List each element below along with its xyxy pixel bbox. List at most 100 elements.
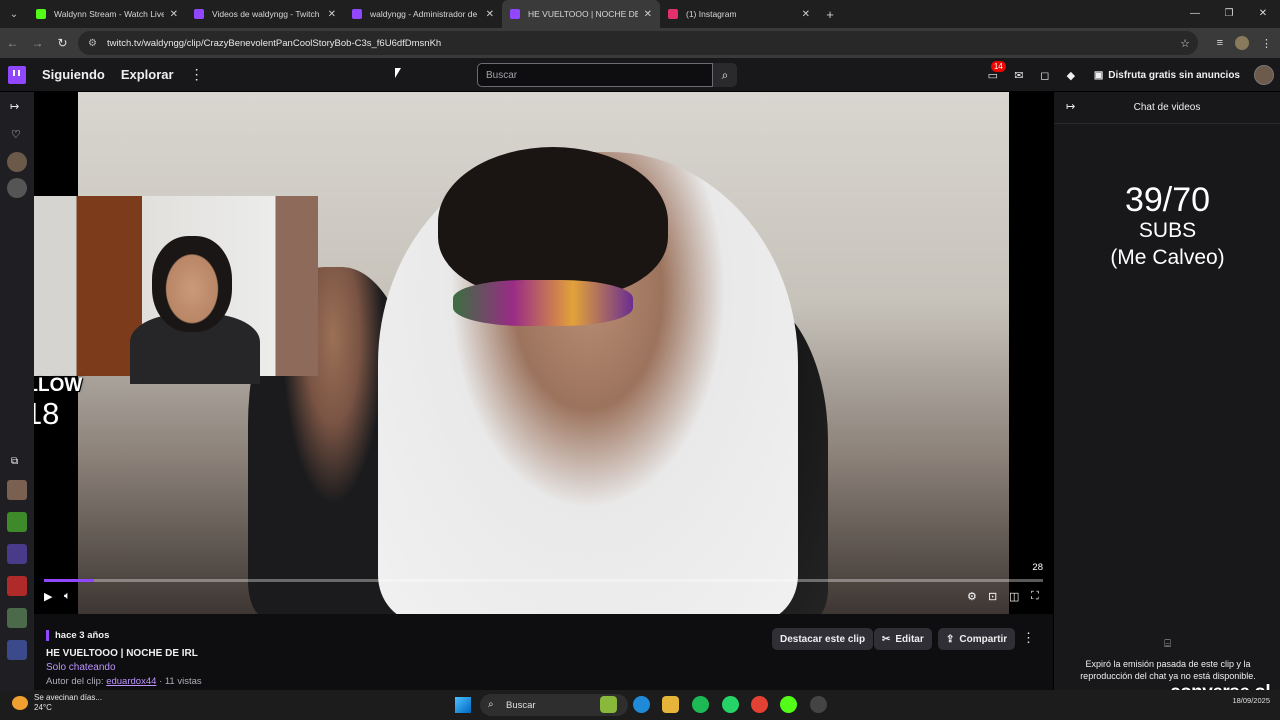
whispers-icon[interactable]: ◻: [1032, 69, 1058, 82]
clip-category[interactable]: Solo chateando: [46, 662, 116, 673]
close-tab-icon[interactable]: ✕: [486, 9, 494, 20]
bookmark-star-icon[interactable]: ☆: [1180, 37, 1190, 50]
browser-tab[interactable]: Videos de waldyngg - Twitch ✕: [186, 0, 344, 28]
browser-tab[interactable]: Waldynn Stream - Watch Live o ✕: [28, 0, 186, 28]
tray-date: 18/09/2025: [1232, 696, 1270, 705]
twitch-favicon-icon: [510, 9, 520, 19]
video-player[interactable]: FOLLOW 118 28 ▶ 🔈︎ ⚙ ⊡ ◫ ⛶: [34, 92, 1053, 614]
minimize-icon[interactable]: —: [1178, 0, 1212, 28]
chrome-icon[interactable]: [751, 696, 768, 713]
share-icon: ⇪: [946, 633, 955, 645]
url-text: twitch.tv/waldyngg/clip/CrazyBenevolentP…: [106, 37, 442, 49]
address-toolbar: ← → ↻ ⚙ twitch.tv/waldyngg/clip/CrazyBen…: [0, 28, 1280, 58]
webcam-head: [152, 236, 232, 332]
forward-icon[interactable]: →: [25, 36, 50, 50]
weather-widget[interactable]: Se avecinan días... 24°C: [12, 693, 102, 713]
tab-search-button[interactable]: ⌄: [0, 0, 28, 28]
recommended-channel-avatar[interactable]: [7, 480, 27, 500]
reload-icon[interactable]: ↻: [50, 36, 75, 50]
browser-menu-icon[interactable]: ⋮: [1261, 37, 1272, 50]
system-tray[interactable]: 18/09/2025: [1232, 696, 1270, 705]
subs-note: (Me Calveo): [1110, 246, 1225, 269]
more-menu-icon[interactable]: ⋮: [190, 66, 204, 83]
back-icon[interactable]: ←: [0, 36, 25, 50]
recommended-channel-avatar[interactable]: [7, 544, 27, 564]
close-tab-icon[interactable]: ✕: [170, 9, 178, 20]
tab-title: HE VUELTOOO | NOCHE DE IRL: [528, 9, 638, 19]
recommended-channel-avatar[interactable]: [7, 640, 27, 660]
inbox-icon[interactable]: ✉: [1006, 69, 1032, 82]
whatsapp-icon[interactable]: [722, 696, 739, 713]
left-sidebar: ↦ ♡ ⧉: [0, 92, 34, 690]
profile-avatar[interactable]: [1235, 36, 1249, 50]
close-window-icon[interactable]: ✕: [1246, 0, 1280, 28]
site-info-icon[interactable]: ⚙: [88, 38, 97, 49]
weather-text: Se avecinan días...: [34, 693, 103, 702]
spotify-icon[interactable]: [692, 696, 709, 713]
fullscreen-icon[interactable]: ⛶: [1031, 590, 1039, 603]
browser-tab-active[interactable]: HE VUELTOOO | NOCHE DE IRL ✕: [502, 0, 660, 28]
chat-unavailable-icon: ⌸: [1164, 638, 1171, 650]
turbo-button[interactable]: ▣ Disfruta gratis sin anuncios: [1094, 70, 1240, 81]
share-button[interactable]: ⇪ Compartir: [938, 628, 1016, 650]
browser-tab[interactable]: (1) Instagram ✕: [660, 0, 818, 28]
twitch-logo-icon[interactable]: [8, 65, 26, 84]
search-icon[interactable]: ⌕: [713, 63, 737, 87]
person-hair: [438, 147, 668, 297]
author-prefix: Autor del clip:: [46, 676, 104, 687]
file-explorer-icon[interactable]: [662, 696, 679, 713]
app-icon[interactable]: [780, 696, 797, 713]
followed-channel-avatar[interactable]: [7, 178, 27, 198]
edit-button[interactable]: ✂ Editar: [874, 628, 932, 650]
collapse-chat-icon[interactable]: ↦: [1066, 100, 1075, 113]
recommended-channel-avatar[interactable]: [7, 608, 27, 628]
notifications-icon[interactable]: ▭ 14: [980, 60, 1006, 82]
theatre-mode-icon[interactable]: ◫: [1009, 590, 1019, 603]
progress-bar[interactable]: [44, 579, 1043, 582]
clip-more-icon[interactable]: ⋮: [1022, 630, 1035, 646]
url-field[interactable]: ⚙ twitch.tv/waldyngg/clip/CrazyBenevolen…: [78, 31, 1198, 55]
recommended-channel-avatar[interactable]: [7, 512, 27, 532]
edit-label: Editar: [895, 633, 924, 645]
followed-channel-avatar[interactable]: [7, 152, 27, 172]
windows-start-icon[interactable]: [455, 697, 471, 713]
widget-app-icon[interactable]: [600, 696, 617, 713]
close-tab-icon[interactable]: ✕: [644, 9, 652, 20]
nav-browse[interactable]: Explorar: [121, 67, 174, 82]
edge-icon[interactable]: [633, 696, 650, 713]
subs-goal-overlay: 39/70 SUBS (Me Calveo): [1054, 182, 1280, 272]
feature-clip-button[interactable]: Destacar este clip: [772, 628, 874, 650]
cast-icon[interactable]: ⊡: [988, 590, 997, 603]
subs-label: SUBS: [1138, 219, 1197, 242]
search-icon: ⌕: [488, 699, 494, 710]
browser-tab[interactable]: waldyngg - Administrador de c ✕: [344, 0, 502, 28]
chat-header: ↦ Chat de videos: [1054, 92, 1280, 124]
search-input[interactable]: Buscar: [477, 63, 713, 87]
nav-following[interactable]: Siguiendo: [42, 67, 105, 82]
bits-icon[interactable]: ◆: [1058, 69, 1084, 82]
notification-badge: 14: [990, 60, 1006, 72]
recommended-icon: ⧉: [11, 456, 19, 467]
close-tab-icon[interactable]: ✕: [328, 9, 336, 20]
recommended-channel-avatar[interactable]: [7, 576, 27, 596]
expand-sidebar-icon[interactable]: ↦: [10, 100, 19, 113]
app-icon[interactable]: [810, 696, 827, 713]
mouse-cursor: [395, 68, 401, 78]
turbo-icon: ▣: [1093, 69, 1104, 81]
restore-icon[interactable]: ❐: [1212, 0, 1246, 28]
user-avatar[interactable]: [1254, 65, 1274, 85]
play-icon[interactable]: ▶: [44, 590, 52, 603]
sunglasses: [453, 280, 633, 326]
progress-fill: [44, 579, 94, 582]
volume-icon[interactable]: 🔈︎: [64, 590, 71, 603]
browser-tab-strip: ⌄ Waldynn Stream - Watch Live o ✕ Videos…: [0, 0, 1280, 28]
clip-author-link[interactable]: eduardox44: [106, 676, 156, 687]
media-control-icon[interactable]: ≡: [1217, 37, 1223, 49]
new-tab-button[interactable]: +: [818, 7, 842, 22]
clip-age: hace 3 años: [46, 630, 109, 641]
settings-icon[interactable]: ⚙: [967, 590, 977, 603]
tab-title: waldyngg - Administrador de c: [370, 9, 480, 19]
kick-favicon-icon: [36, 9, 46, 19]
close-tab-icon[interactable]: ✕: [802, 9, 810, 20]
tab-title: Waldynn Stream - Watch Live o: [54, 9, 164, 19]
